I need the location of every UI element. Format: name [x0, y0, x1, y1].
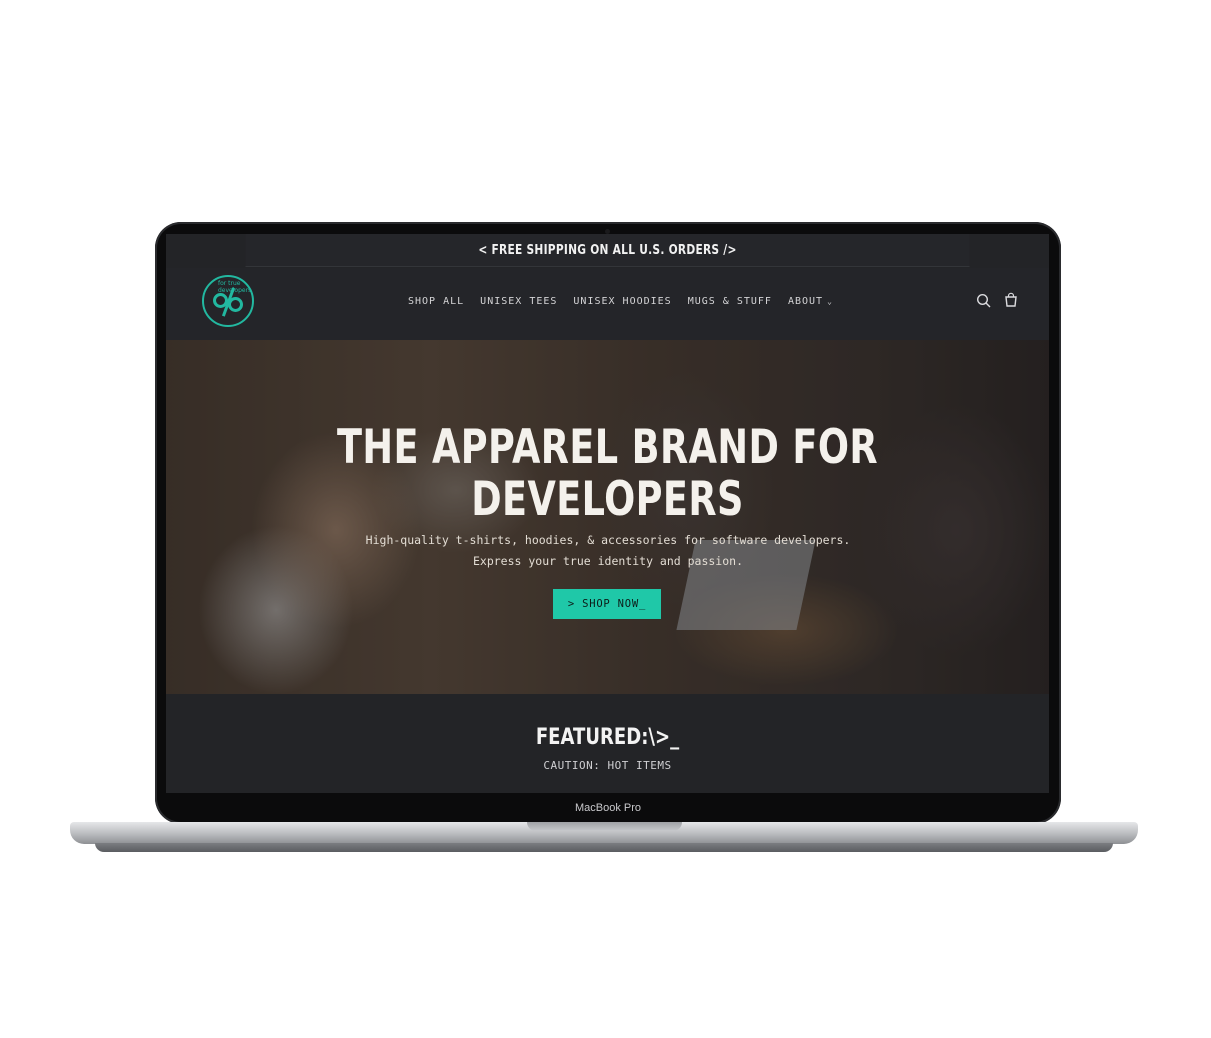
cart-icon[interactable] — [1002, 292, 1020, 310]
logo-text: for true developers — [218, 280, 252, 294]
chevron-down-icon: ⌄ — [827, 297, 833, 306]
hero-subtitle: High-quality t-shirts, hoodies, & access… — [365, 533, 851, 568]
nav-about-label: ABOUT — [787, 296, 824, 307]
laptop-notch — [527, 822, 682, 831]
hero-title-line1: THE APPAREL BRAND FOR — [336, 420, 879, 475]
featured-section: FEATURED:\>_ CAUTION: HOT ITEMS — [166, 694, 1049, 793]
main-nav: SHOP ALL UNISEX TEES UNISEX HOODIES MUGS… — [408, 296, 833, 307]
hero-title-line2: DEVELOPERS — [471, 472, 744, 527]
announcement-bar: < FREE SHIPPING ON ALL U.S. ORDERS /> — [245, 234, 970, 267]
brand-logo[interactable]: for true developers — [202, 275, 254, 327]
nav-mugs-stuff[interactable]: MUGS & STUFF — [688, 296, 772, 307]
nav-unisex-hoodies[interactable]: UNISEX HOODIES — [573, 296, 671, 307]
featured-title: FEATURED:\>_ — [535, 725, 680, 750]
announcement-text: < FREE SHIPPING ON ALL U.S. ORDERS /> — [478, 242, 737, 258]
search-icon[interactable] — [975, 292, 993, 310]
nav-unisex-tees[interactable]: UNISEX TEES — [480, 296, 557, 307]
shop-now-button[interactable]: > SHOP NOW_ — [553, 589, 661, 619]
site-header: for true developers SHOP ALL UNISEX TEES… — [166, 268, 1049, 340]
website-screen: < FREE SHIPPING ON ALL U.S. ORDERS /> fo… — [166, 234, 1049, 793]
nav-shop-all[interactable]: SHOP ALL — [408, 296, 464, 307]
hero-title: THE APPAREL BRAND FOR DEVELOPERS — [263, 422, 952, 526]
laptop-base-bottom — [95, 843, 1113, 852]
nav-about[interactable]: ABOUT ⌄ — [788, 296, 833, 307]
featured-subtitle: CAUTION: HOT ITEMS — [543, 759, 672, 772]
device-label: MacBook Pro — [574, 802, 642, 814]
hero-banner: THE APPAREL BRAND FOR DEVELOPERS High-qu… — [166, 340, 1049, 694]
